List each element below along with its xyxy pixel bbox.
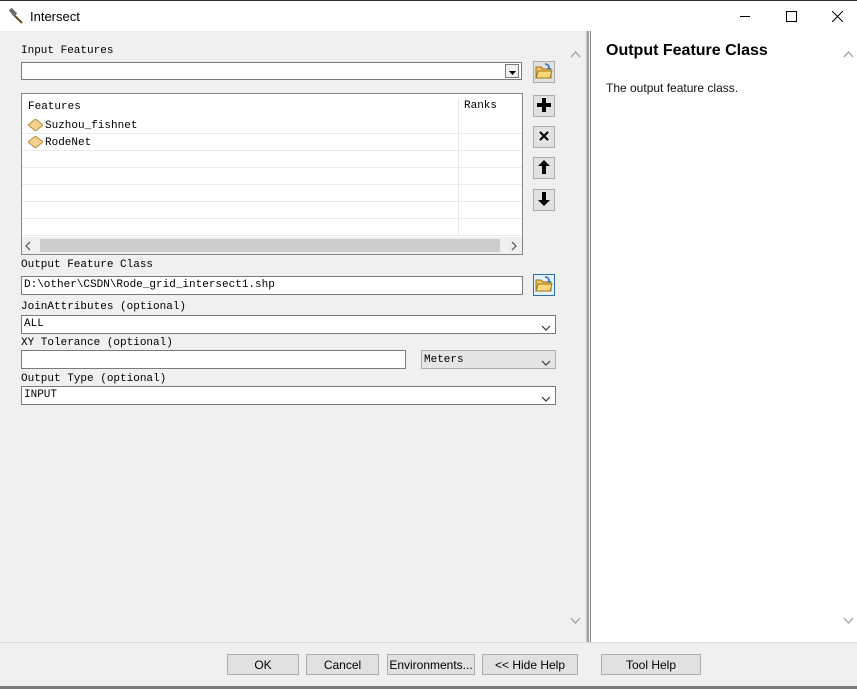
feature-name: Suzhou_fishnet [45, 120, 138, 132]
chevron-down-icon [541, 320, 551, 334]
output-feature-class-input[interactable]: D:\other\CSDN\Rode_grid_intersect1.shp [21, 276, 523, 295]
output-type-label: Output Type (optional) [21, 373, 167, 385]
help-text: The output feature class. [606, 81, 739, 95]
polygon-layer-icon [27, 118, 44, 134]
ranks-column-header: Ranks [464, 100, 498, 112]
help-title: Output Feature Class [606, 42, 768, 59]
maximize-button[interactable] [768, 1, 814, 32]
input-features-combobox[interactable] [21, 62, 522, 80]
xy-tolerance-unit-value: Meters [424, 354, 464, 366]
minimize-button[interactable] [722, 1, 768, 32]
features-table: Features Ranks Suzhou_fishnet RodeNet [21, 93, 523, 255]
table-row[interactable]: Suzhou_fishnet [22, 117, 522, 134]
input-features-label: Input Features [21, 45, 114, 57]
tool-parameters-pane: Input Features Features Ranks Suzhou_fis… [0, 31, 588, 642]
dialog-button-bar: OK Cancel Environments... << Hide Help T… [0, 642, 857, 686]
move-down-icon [538, 191, 550, 209]
xy-tolerance-input[interactable] [21, 350, 406, 369]
hammer-icon [8, 7, 25, 25]
scroll-up-icon[interactable] [843, 47, 854, 61]
close-button[interactable] [814, 1, 857, 32]
join-attributes-value: ALL [24, 318, 44, 330]
move-up-button[interactable] [533, 157, 555, 179]
table-row-empty[interactable] [22, 185, 522, 202]
polygon-layer-icon [27, 135, 44, 151]
help-vertical-scrollbar[interactable] [840, 31, 857, 642]
move-up-icon [538, 159, 550, 177]
scroll-left-icon[interactable] [25, 240, 31, 254]
table-row-empty[interactable] [22, 168, 522, 185]
table-row-empty[interactable] [22, 219, 522, 236]
dropdown-arrow-icon [508, 64, 516, 78]
add-button[interactable] [533, 95, 555, 117]
scroll-right-icon[interactable] [511, 240, 517, 254]
chevron-down-icon [541, 391, 551, 405]
tool-help-button[interactable]: Tool Help [601, 654, 701, 675]
help-pane: Output Feature Class The output feature … [590, 31, 857, 642]
xy-tolerance-label: XY Tolerance (optional) [21, 337, 173, 349]
folder-open-icon [535, 275, 553, 295]
output-feature-class-label: Output Feature Class [21, 259, 154, 271]
move-down-button[interactable] [533, 189, 555, 211]
add-icon [537, 97, 551, 115]
hide-help-button[interactable]: << Hide Help [482, 654, 578, 675]
chevron-down-icon [541, 355, 551, 369]
input-features-browse-button[interactable] [533, 61, 555, 83]
feature-name: RodeNet [45, 137, 92, 149]
table-row-empty[interactable] [22, 202, 522, 219]
scrollbar-thumb[interactable] [40, 239, 500, 252]
scroll-down-icon[interactable] [570, 613, 581, 627]
join-attributes-select[interactable]: ALL [21, 315, 556, 334]
table-row[interactable]: RodeNet [22, 134, 522, 151]
window-title: Intersect [30, 9, 80, 24]
horizontal-scrollbar[interactable] [22, 237, 522, 254]
cancel-button[interactable]: Cancel [306, 654, 379, 675]
remove-button[interactable] [533, 126, 555, 148]
minimize-icon [739, 11, 751, 22]
output-type-value: INPUT [24, 389, 58, 401]
title-bar: Intersect [0, 0, 857, 31]
close-icon [831, 11, 843, 22]
features-column-header: Features [28, 101, 81, 113]
remove-icon [539, 130, 549, 144]
table-row-empty[interactable] [22, 151, 522, 168]
xy-tolerance-unit-select[interactable]: Meters [421, 350, 556, 369]
environments-button[interactable]: Environments... [387, 654, 475, 675]
maximize-icon [785, 11, 797, 22]
output-feature-class-browse-button[interactable] [533, 274, 555, 296]
input-features-dropdown-button[interactable] [505, 64, 519, 78]
folder-open-icon [535, 62, 553, 82]
pane-splitter[interactable] [586, 31, 589, 642]
output-type-select[interactable]: INPUT [21, 386, 556, 405]
output-feature-class-value: D:\other\CSDN\Rode_grid_intersect1.shp [24, 279, 275, 291]
parameters-vertical-scrollbar[interactable] [567, 31, 584, 642]
scroll-down-icon[interactable] [843, 613, 854, 627]
ok-button[interactable]: OK [227, 654, 299, 675]
join-attributes-label: JoinAttributes (optional) [21, 301, 187, 313]
scroll-up-icon[interactable] [570, 47, 581, 61]
